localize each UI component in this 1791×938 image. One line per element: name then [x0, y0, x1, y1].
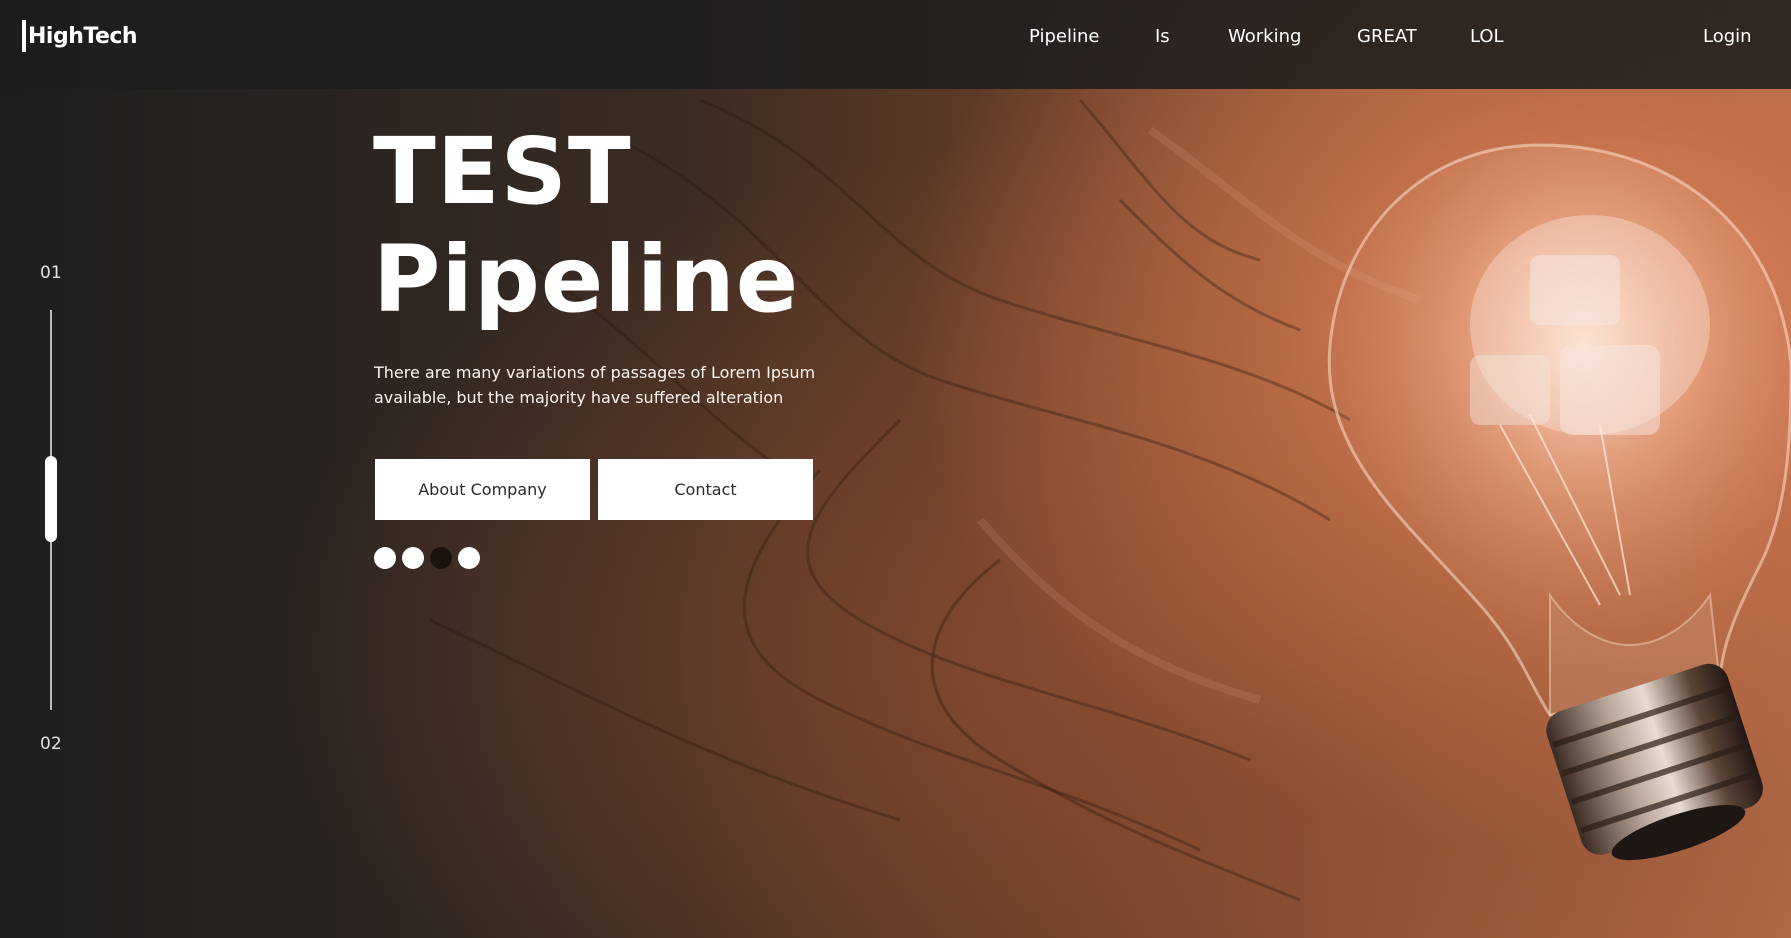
slide-start-number: 01: [40, 263, 62, 283]
hero-title-line2: Pipeline: [373, 226, 800, 333]
nav-link-lol[interactable]: LOL: [1470, 26, 1504, 47]
carousel-dot-3[interactable]: [430, 547, 452, 569]
nav-link-great[interactable]: GREAT: [1357, 26, 1417, 47]
logo-mark: [22, 20, 26, 52]
brand-logo[interactable]: HighTech: [28, 24, 138, 49]
nav-link-pipeline[interactable]: Pipeline: [1029, 26, 1099, 47]
lightbulb-image: [1327, 143, 1791, 861]
hero-description: There are many variations of passages of…: [374, 363, 816, 407]
contact-button[interactable]: Contact: [598, 459, 813, 520]
carousel-dots: [374, 547, 480, 569]
carousel-dot-2[interactable]: [402, 547, 424, 569]
login-link[interactable]: Login: [1703, 26, 1752, 47]
top-navbar: HighTech Pipeline Is Working GREAT LOL L…: [0, 0, 1791, 89]
nav-link-is[interactable]: Is: [1155, 26, 1170, 47]
hero-title-line1: TEST: [373, 118, 632, 225]
hero-title: TEST Pipeline: [373, 118, 799, 334]
carousel-dot-4[interactable]: [458, 547, 480, 569]
slide-end-number: 02: [40, 734, 62, 754]
about-company-button[interactable]: About Company: [375, 459, 590, 520]
carousel-dot-1[interactable]: [374, 547, 396, 569]
nav-link-working[interactable]: Working: [1228, 26, 1301, 47]
slide-progress-thumb[interactable]: [45, 456, 57, 542]
